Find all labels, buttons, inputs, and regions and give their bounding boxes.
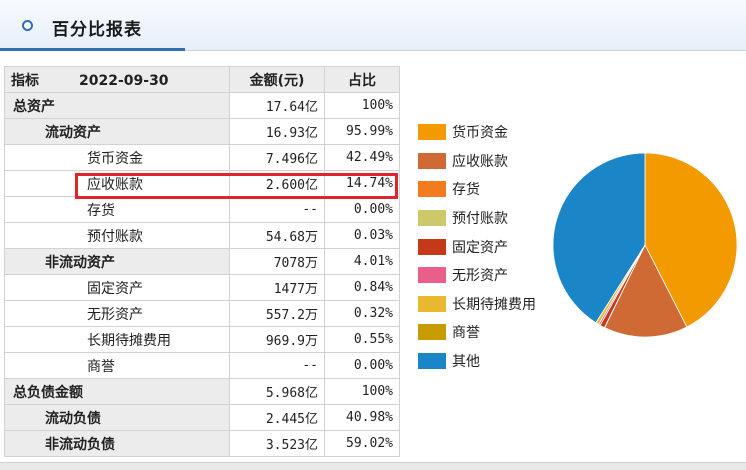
legend-item: 货币资金 <box>418 118 553 147</box>
table-row: 预付账款 54.68万 0.03% <box>4 222 400 249</box>
table-row: 流动资产 16.93亿 95.99% <box>4 118 400 145</box>
row-amount: 54.68万 <box>229 222 325 249</box>
row-ratio: 0.03% <box>324 222 400 249</box>
chart-legend: 货币资金应收账款存货预付账款固定资产无形资产长期待摊费用 商誉其他 <box>418 118 553 375</box>
legend-label: 其他 <box>452 354 480 371</box>
legend-item: 长期待摊费用 <box>418 290 553 319</box>
table-row: 流动负债 2.445亿 40.98% <box>4 404 400 431</box>
legend-label: 固定资产 <box>452 239 508 256</box>
row-label: 流动资产 <box>4 118 230 145</box>
pie-chart <box>552 152 738 338</box>
row-amount: 7.496亿 <box>229 144 325 171</box>
legend-swatch <box>418 324 446 341</box>
table-row: 货币资金 7.496亿 42.49% <box>4 144 400 171</box>
row-label: 应收账款 <box>4 170 230 197</box>
row-label: 货币资金 <box>4 144 230 171</box>
table-row: 总负债金额 5.968亿 100% <box>4 378 400 405</box>
row-label: 长期待摊费用 <box>4 326 230 353</box>
table-row: 商誉 -- 0.00% <box>4 352 400 379</box>
row-amount: 3.523亿 <box>229 430 325 457</box>
header-accent-bar <box>0 48 185 51</box>
row-label: 非流动资产 <box>4 248 230 275</box>
row-ratio: 95.99% <box>324 118 400 145</box>
legend-label: 预付账款 <box>452 211 508 228</box>
bullet-icon <box>22 20 33 31</box>
row-amount: 557.2万 <box>229 300 325 327</box>
table-row: 应收账款 2.600亿 14.74% <box>4 170 400 197</box>
row-amount: 5.968亿 <box>229 378 325 405</box>
table-row: 长期待摊费用 969.9万 0.55% <box>4 326 400 353</box>
header-amount: 金额(元) <box>229 66 325 93</box>
header-indicator-label: 指标 <box>11 72 39 89</box>
row-label: 流动负债 <box>4 404 230 431</box>
table-body: 总资产 17.64亿 100% 流动资产 16.93亿 95.99% 货币资金 7.496亿 4… <box>4 92 400 457</box>
row-amount: 2.600亿 <box>229 170 325 197</box>
row-label: 商誉 <box>4 352 230 379</box>
row-ratio: 0.84% <box>324 274 400 301</box>
table-row: 存货 -- 0.00% <box>4 196 400 223</box>
table-row: 固定资产 1477万 0.84% <box>4 274 400 301</box>
legend-label: 长期待摊费用 <box>452 296 536 313</box>
table-row: 非流动负债 3.523亿 59.02% <box>4 430 400 457</box>
legend-swatch <box>418 267 446 284</box>
percentage-report-table: 指标 2022-09-30 金额(元) 占比 总资产 17.64亿 100% 流动资产 1… <box>4 66 400 457</box>
row-ratio: 0.32% <box>324 300 400 327</box>
row-label: 总负债金额 <box>4 378 230 405</box>
legend-swatch <box>418 210 446 227</box>
header-indicator-cell: 指标 2022-09-30 <box>4 66 230 93</box>
header-date: 2022-09-30 <box>79 72 169 89</box>
row-ratio: 14.74% <box>324 170 400 197</box>
row-label: 存货 <box>4 196 230 223</box>
legend-swatch <box>418 124 446 141</box>
table-row: 总资产 17.64亿 100% <box>4 92 400 119</box>
legend-label: 货币资金 <box>452 125 508 142</box>
legend-swatch <box>418 353 446 370</box>
row-label: 总资产 <box>4 92 230 119</box>
legend-swatch <box>418 181 446 198</box>
header-ratio: 占比 <box>324 66 400 93</box>
row-amount: 2.445亿 <box>229 404 325 431</box>
row-ratio: 40.98% <box>324 404 400 431</box>
legend-item: 存货 <box>418 175 553 204</box>
legend-label: 无形资产 <box>452 268 508 285</box>
row-ratio: 0.00% <box>324 352 400 379</box>
legend-item: 商誉 <box>418 318 553 347</box>
legend-label: 存货 <box>452 182 480 199</box>
row-label: 无形资产 <box>4 300 230 327</box>
row-ratio: 59.02% <box>324 430 400 457</box>
legend-item: 其他 <box>418 347 553 376</box>
table-row: 无形资产 557.2万 0.32% <box>4 300 400 327</box>
legend-item: 应收账款 <box>418 147 553 176</box>
row-amount: -- <box>229 196 325 223</box>
row-amount: -- <box>229 352 325 379</box>
legend-item: 固定资产 <box>418 232 553 261</box>
row-amount: 17.64亿 <box>229 92 325 119</box>
legend-label: 商誉 <box>452 325 480 342</box>
table-header-row: 指标 2022-09-30 金额(元) 占比 <box>4 66 400 93</box>
legend-swatch <box>418 238 446 255</box>
report-header: 百分比报表 <box>0 0 746 51</box>
row-amount: 1477万 <box>229 274 325 301</box>
legend-item: 预付账款 <box>418 204 553 233</box>
row-amount: 16.93亿 <box>229 118 325 145</box>
row-label: 非流动负债 <box>4 430 230 457</box>
row-amount: 969.9万 <box>229 326 325 353</box>
legend-swatch <box>418 152 446 169</box>
row-ratio: 100% <box>324 378 400 405</box>
table-row: 非流动资产 7078万 4.01% <box>4 248 400 275</box>
row-ratio: 4.01% <box>324 248 400 275</box>
row-label: 固定资产 <box>4 274 230 301</box>
row-ratio: 0.00% <box>324 196 400 223</box>
page-title: 百分比报表 <box>52 20 142 40</box>
legend-swatch <box>418 295 446 312</box>
legend-label: 应收账款 <box>452 153 508 170</box>
row-ratio: 100% <box>324 92 400 119</box>
row-amount: 7078万 <box>229 248 325 275</box>
row-label: 预付账款 <box>4 222 230 249</box>
legend-item: 无形资产 <box>418 261 553 290</box>
row-ratio: 0.55% <box>324 326 400 353</box>
row-ratio: 42.49% <box>324 144 400 171</box>
